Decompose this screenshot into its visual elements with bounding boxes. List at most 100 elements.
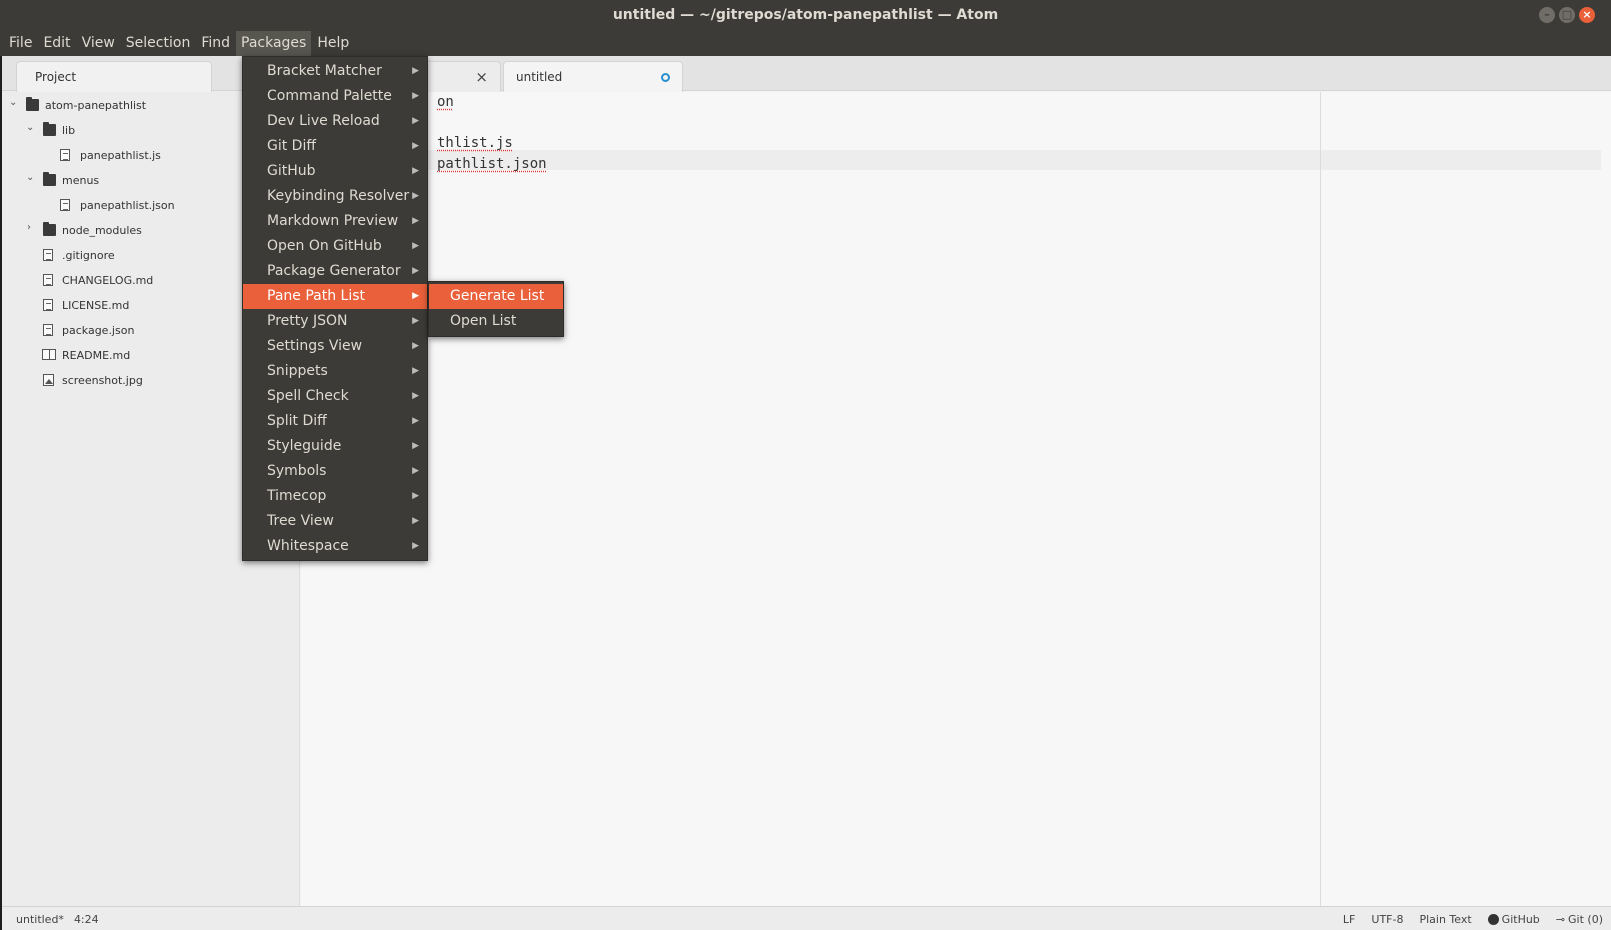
menu-item-whitespace[interactable]: Whitespace ▶	[243, 534, 427, 559]
submenu-arrow-icon: ▶	[412, 416, 419, 426]
menu-item-bracket-matcher[interactable]: Bracket Matcher ▶	[243, 59, 427, 84]
tree-item-label: menus	[62, 174, 100, 187]
submenu-arrow-icon: ▶	[412, 91, 419, 101]
menu-item-open-on-github[interactable]: Open On GitHub ▶	[243, 234, 427, 259]
submenu-arrow-icon: ▶	[412, 441, 419, 451]
folder-icon	[43, 222, 56, 236]
status-line-ending[interactable]: LF	[1343, 913, 1355, 926]
menu-item-symbols[interactable]: Symbols ▶	[243, 459, 427, 484]
menu-packages[interactable]: Packages	[236, 31, 312, 56]
close-window-button[interactable]: ×	[1579, 7, 1595, 23]
submenu-arrow-icon: ▶	[412, 216, 419, 226]
menu-item-timecop[interactable]: Timecop ▶	[243, 484, 427, 509]
modified-indicator-icon[interactable]	[661, 73, 670, 82]
chevron-down-icon: ⌄	[9, 97, 18, 108]
window-titlebar: untitled — ~/gitrepos/atom-panepathlist …	[0, 0, 1611, 31]
tab-project[interactable]: Project	[16, 61, 212, 92]
menu-item-github[interactable]: GitHub ▶	[243, 159, 427, 184]
window-title: untitled — ~/gitrepos/atom-panepathlist …	[612, 7, 999, 23]
tree-item-label: panepathlist.js	[80, 149, 161, 162]
menu-item-markdown-preview[interactable]: Markdown Preview ▶	[243, 209, 427, 234]
menu-file[interactable]: File	[4, 31, 37, 56]
git-commit-icon: ⊸	[1555, 913, 1566, 926]
tree-item-label: panepathlist.json	[80, 199, 175, 212]
packages-dropdown-menu: Bracket Matcher ▶ Command Palette ▶ Dev Li…	[242, 56, 428, 561]
menu-item-label: Whitespace	[267, 538, 349, 554]
menu-find[interactable]: Find	[196, 31, 235, 56]
status-github-button[interactable]: GitHub	[1487, 913, 1540, 926]
tab-label: untitled	[516, 70, 563, 84]
menu-item-label: Pretty JSON	[267, 313, 348, 329]
menu-item-spell-check[interactable]: Spell Check ▶	[243, 384, 427, 409]
menu-item-label: Open On GitHub	[267, 238, 382, 254]
menu-item-label: Keybinding Resolver	[267, 188, 410, 204]
menu-item-label: Settings View	[267, 338, 363, 354]
status-cursor-position[interactable]: 4:24	[74, 913, 99, 926]
menu-item-label: Command Palette	[267, 88, 392, 104]
folder-icon	[43, 172, 56, 186]
menu-item-settings-view[interactable]: Settings View ▶	[243, 334, 427, 359]
menu-bar: File Edit View Selection Find Packages H…	[0, 31, 1611, 56]
file-text-icon	[60, 149, 70, 161]
chevron-down-icon: ⌄	[26, 122, 35, 133]
text-editor[interactable]: on thlist.js pathlist.json	[301, 92, 1611, 906]
menu-item-git-diff[interactable]: Git Diff ▶	[243, 134, 427, 159]
submenu-arrow-icon: ▶	[412, 466, 419, 476]
menu-item-open-list[interactable]: Open List	[429, 309, 563, 334]
minimize-button[interactable]: –	[1539, 7, 1555, 23]
menu-edit[interactable]: Edit	[38, 31, 75, 56]
image-file-icon	[43, 374, 54, 386]
status-git-label: Git (0)	[1568, 913, 1603, 926]
menu-item-label: Symbols	[267, 463, 327, 479]
menu-item-label: Styleguide	[267, 438, 342, 454]
editor-tab-bar: × untitled	[301, 56, 1611, 92]
menu-item-keybinding-resolver[interactable]: Keybinding Resolver ▶	[243, 184, 427, 209]
close-icon[interactable]: ×	[475, 68, 488, 86]
menu-item-split-diff[interactable]: Split Diff ▶	[243, 409, 427, 434]
editor-text[interactable]: on thlist.js pathlist.json	[437, 92, 547, 174]
menu-item-label: Split Diff	[267, 413, 327, 429]
menu-item-label: Timecop	[267, 488, 327, 504]
submenu-arrow-icon: ▶	[412, 516, 419, 526]
menu-item-label: Markdown Preview	[267, 213, 399, 229]
submenu-arrow-icon: ▶	[412, 266, 419, 276]
tree-item-label: node_modules	[62, 224, 142, 237]
menu-item-snippets[interactable]: Snippets ▶	[243, 359, 427, 384]
status-github-label: GitHub	[1501, 913, 1540, 926]
submenu-arrow-icon: ▶	[412, 316, 419, 326]
chevron-right-icon: ›	[27, 222, 31, 233]
submenu-arrow-icon: ▶	[412, 541, 419, 551]
menu-item-dev-live-reload[interactable]: Dev Live Reload ▶	[243, 109, 427, 134]
menu-help[interactable]: Help	[312, 31, 354, 56]
folder-icon	[43, 122, 56, 136]
menu-item-pane-path-list[interactable]: Pane Path List ▶	[243, 284, 427, 309]
github-icon	[1487, 914, 1499, 925]
wrap-guide	[1320, 92, 1321, 906]
submenu-arrow-icon: ▶	[412, 116, 419, 126]
menu-item-generate-list[interactable]: Generate List	[429, 284, 563, 309]
menu-item-pretty-json[interactable]: Pretty JSON ▶	[243, 309, 427, 334]
submenu-arrow-icon: ▶	[412, 166, 419, 176]
menu-item-command-palette[interactable]: Command Palette ▶	[243, 84, 427, 109]
menu-item-label: Package Generator	[267, 263, 401, 279]
submenu-arrow-icon: ▶	[412, 391, 419, 401]
menu-item-styleguide[interactable]: Styleguide ▶	[243, 434, 427, 459]
tab-hidden-file[interactable]: ×	[421, 61, 501, 92]
status-grammar[interactable]: Plain Text	[1419, 913, 1471, 926]
file-text-icon	[43, 249, 53, 261]
code-line: thlist.js	[437, 135, 513, 151]
tree-item-label: lib	[62, 124, 76, 137]
window-controls: – □ ×	[1539, 7, 1595, 23]
chevron-down-icon: ⌄	[26, 172, 35, 183]
status-file-name[interactable]: untitled*	[16, 913, 64, 926]
maximize-button[interactable]: □	[1559, 7, 1575, 23]
tab-untitled[interactable]: untitled	[503, 61, 683, 92]
submenu-arrow-icon: ▶	[412, 341, 419, 351]
menu-view[interactable]: View	[77, 31, 120, 56]
menu-selection[interactable]: Selection	[121, 31, 196, 56]
status-encoding[interactable]: UTF-8	[1371, 913, 1403, 926]
menu-item-tree-view[interactable]: Tree View ▶	[243, 509, 427, 534]
status-git-button[interactable]: ⊸ Git (0)	[1556, 913, 1603, 926]
menu-item-package-generator[interactable]: Package Generator ▶	[243, 259, 427, 284]
